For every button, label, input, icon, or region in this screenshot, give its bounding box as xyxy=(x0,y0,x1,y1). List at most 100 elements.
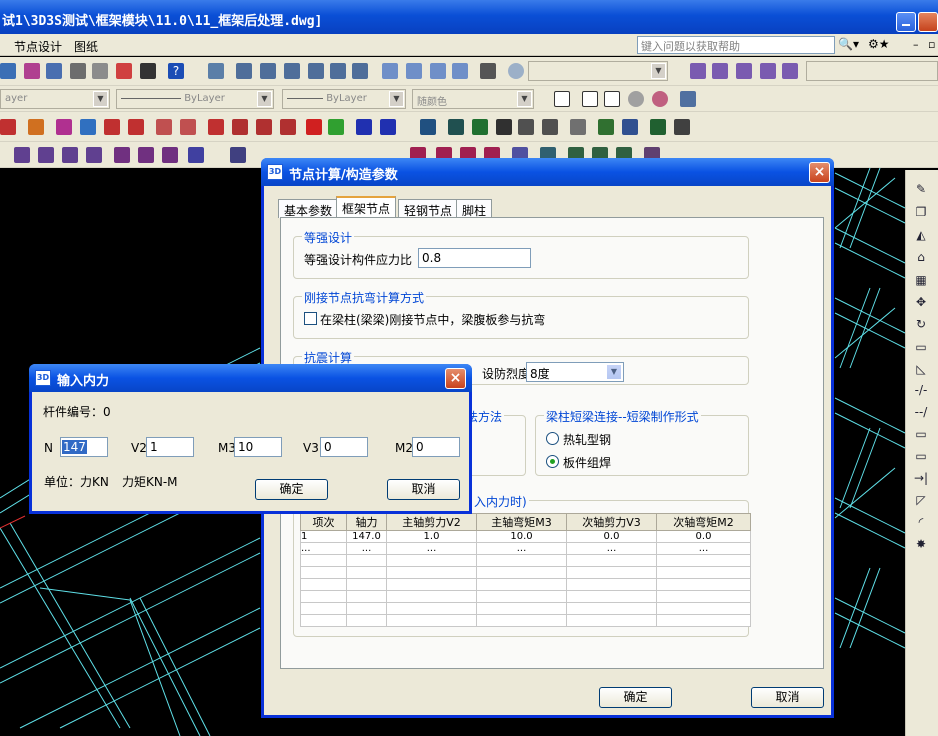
named-view-combo[interactable] xyxy=(806,61,938,81)
tool-icon[interactable] xyxy=(518,119,534,135)
help-search-input[interactable]: 键入问题以获取帮助 xyxy=(637,36,835,54)
tool-icon[interactable] xyxy=(70,63,86,79)
tab-light-steel-node[interactable]: 轻钢节点 xyxy=(398,199,459,218)
up-arrow-icon[interactable] xyxy=(496,119,512,135)
add-icon[interactable] xyxy=(328,119,344,135)
view-cube-icon[interactable] xyxy=(330,63,346,79)
input-force-cancel-button[interactable]: 取消 xyxy=(387,479,460,500)
tool-icon[interactable] xyxy=(114,147,130,163)
zoom-window-icon[interactable] xyxy=(736,63,752,79)
internal-forces-table[interactable]: 项次 轴力 主轴剪力V2 主轴弯矩M3 次轴剪力V3 次轴弯矩M2 1 147.… xyxy=(300,513,751,627)
plate-welded-radio[interactable] xyxy=(546,455,559,468)
tool-icon[interactable] xyxy=(116,63,132,79)
table-cell[interactable]: 1 xyxy=(300,530,347,543)
tool-icon[interactable] xyxy=(104,119,120,135)
chevron-down-icon[interactable]: ▼ xyxy=(606,364,622,380)
view-cube-icon[interactable] xyxy=(260,63,276,79)
table-cell[interactable]: ... xyxy=(476,542,567,555)
table-cell[interactable]: ... xyxy=(346,542,387,555)
menu-item-drawing[interactable]: 图纸 xyxy=(74,38,98,55)
force-n-input[interactable]: 147 xyxy=(60,437,108,457)
text-style-icon[interactable] xyxy=(554,91,570,107)
copy-icon[interactable]: ❐ xyxy=(913,205,929,219)
join-icon[interactable]: →| xyxy=(913,471,929,485)
node-params-ok-button[interactable]: 确定 xyxy=(599,687,672,708)
tool-icon[interactable] xyxy=(56,119,72,135)
tool-icon[interactable] xyxy=(356,119,372,135)
intensity-select[interactable]: 8度 ▼ xyxy=(526,362,624,382)
node-params-close-button[interactable]: × xyxy=(809,162,830,183)
tool-icon[interactable] xyxy=(38,147,54,163)
iso-view-icon[interactable] xyxy=(430,63,446,79)
calculator-icon[interactable] xyxy=(140,63,156,79)
zoom-extents-icon[interactable] xyxy=(782,63,798,79)
input-force-ok-button[interactable]: 确定 xyxy=(255,479,328,500)
trim-icon[interactable]: -/- xyxy=(913,383,929,397)
hot-rolled-radio[interactable] xyxy=(546,432,559,445)
array-icon[interactable]: ▦ xyxy=(913,273,929,287)
table-row[interactable] xyxy=(300,578,751,591)
tool-icon[interactable] xyxy=(380,119,396,135)
i-beam-icon[interactable] xyxy=(420,119,436,135)
color-combo[interactable]: 随颜色 ▼ xyxy=(412,89,534,109)
tool-icon[interactable] xyxy=(256,119,272,135)
tool-icon[interactable] xyxy=(280,119,296,135)
view-cube-icon[interactable] xyxy=(284,63,300,79)
fillet-icon[interactable]: ◜ xyxy=(913,515,929,529)
node-params-dialog-titlebar[interactable]: 3D 节点计算/构造参数 × xyxy=(261,158,834,186)
table-cell[interactable]: ... xyxy=(566,542,657,555)
table-cell[interactable]: 10.0 xyxy=(476,530,567,543)
table-cell[interactable]: 0.0 xyxy=(566,530,657,543)
table-row[interactable] xyxy=(300,602,751,615)
tool-icon[interactable] xyxy=(208,119,224,135)
tool-icon[interactable] xyxy=(232,119,248,135)
linetype-combo[interactable]: ByLayer ▼ xyxy=(116,89,274,109)
tool-icon[interactable] xyxy=(472,119,488,135)
force-v3-input[interactable]: 0 xyxy=(320,437,368,457)
tool-icon[interactable] xyxy=(138,147,154,163)
view-cube-icon[interactable] xyxy=(236,63,252,79)
tool-icon[interactable] xyxy=(128,119,144,135)
tool-icon[interactable] xyxy=(14,147,30,163)
offset-icon[interactable]: ⌂ xyxy=(913,250,929,264)
remove-icon[interactable] xyxy=(306,119,322,135)
i-beam-icon[interactable] xyxy=(448,119,464,135)
tool-icon[interactable] xyxy=(180,119,196,135)
tool-icon[interactable] xyxy=(28,119,44,135)
break-icon[interactable]: ▭ xyxy=(913,427,929,441)
view-cube-icon[interactable] xyxy=(352,63,368,79)
zoom-icon[interactable] xyxy=(712,63,728,79)
tool-icon[interactable] xyxy=(0,63,16,79)
table-row[interactable] xyxy=(300,590,751,603)
mirror-icon[interactable]: ◭ xyxy=(913,228,929,242)
tool-icon[interactable] xyxy=(598,119,614,135)
zoom-previous-icon[interactable] xyxy=(760,63,776,79)
check-icon[interactable] xyxy=(0,119,16,135)
break-at-point-icon[interactable]: ▭ xyxy=(913,449,929,463)
stretch-icon[interactable]: ◺ xyxy=(913,362,929,376)
tool-icon[interactable] xyxy=(80,119,96,135)
rotate-icon[interactable]: ↻ xyxy=(913,317,929,331)
layer-combo[interactable]: ayer ▼ xyxy=(0,89,110,109)
view-combo[interactable]: ▼ xyxy=(528,61,668,81)
tool-icon[interactable] xyxy=(62,147,78,163)
table-cell[interactable]: ... xyxy=(386,542,477,555)
tool-icon[interactable] xyxy=(622,119,638,135)
tool-icon[interactable] xyxy=(46,63,62,79)
material-icon[interactable] xyxy=(652,91,668,107)
menu-item-node-design[interactable]: 节点设计 xyxy=(14,38,62,55)
force-m3-input[interactable]: 10 xyxy=(234,437,282,457)
help-search-icon[interactable]: 🔍▾ xyxy=(838,37,864,54)
help-options-icon[interactable]: ⚙★ xyxy=(868,37,890,51)
table-row[interactable] xyxy=(300,614,751,627)
table-cell[interactable]: 147.0 xyxy=(346,530,387,543)
scale-icon[interactable]: ▭ xyxy=(913,340,929,354)
render-icon[interactable] xyxy=(628,91,644,107)
pan-icon[interactable] xyxy=(690,63,706,79)
table-row[interactable]: 1 147.0 1.0 10.0 0.0 0.0 xyxy=(300,530,751,543)
tab-basic-params[interactable]: 基本参数 xyxy=(278,199,339,218)
close-window-button[interactable] xyxy=(918,12,938,32)
chamfer-icon[interactable]: ◸ xyxy=(913,493,929,507)
target-icon[interactable] xyxy=(508,63,524,79)
force-v2-input[interactable]: 1 xyxy=(146,437,194,457)
